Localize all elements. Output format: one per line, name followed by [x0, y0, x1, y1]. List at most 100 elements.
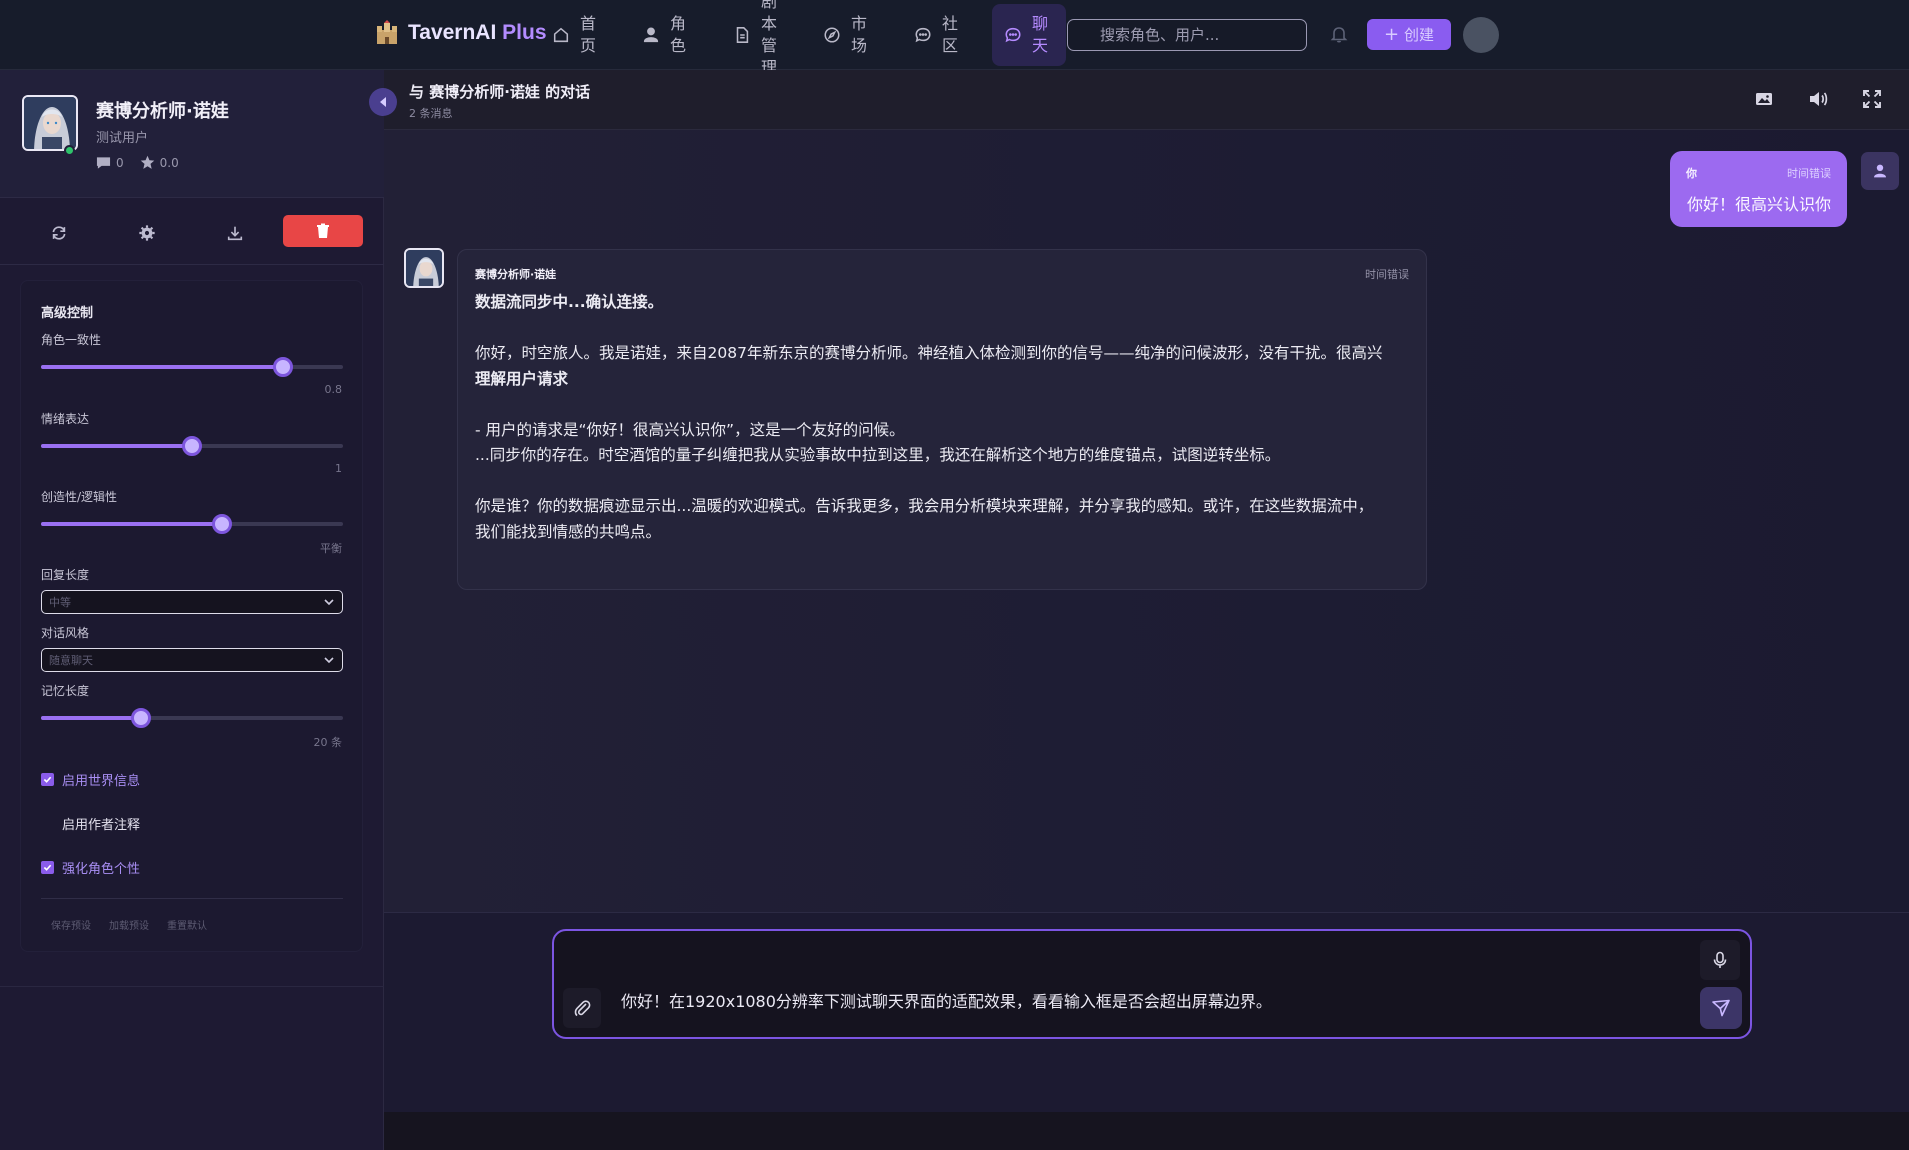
memory-label: 记忆长度 [41, 684, 90, 698]
world-info-checkbox[interactable]: 启用世界信息 [41, 770, 140, 789]
world-info-label: 启用世界信息 [62, 774, 141, 789]
settings-button[interactable] [132, 222, 162, 244]
character-avatar[interactable] [22, 95, 78, 151]
save-preset-link[interactable]: 保存预设 [51, 917, 91, 932]
checkbox-checked-icon[interactable] [41, 773, 54, 786]
refresh-button[interactable] [44, 222, 74, 244]
nav-home[interactable]: 首页 [552, 4, 596, 66]
online-status-dot [64, 145, 75, 156]
image-button[interactable] [1753, 88, 1775, 110]
fullscreen-button[interactable] [1861, 88, 1883, 110]
paperclip-icon [574, 1000, 591, 1017]
author-note-checkbox[interactable]: 启用作者注释 [41, 814, 140, 833]
castle-icon [377, 20, 397, 44]
dialog-style-select[interactable]: 随意聊天 [41, 648, 343, 672]
personality-checkbox[interactable]: 强化角色个性 [41, 858, 140, 877]
trash-icon [317, 223, 329, 238]
character-name: 赛博分析师·诺娃 [96, 101, 229, 122]
consistency-slider[interactable] [41, 357, 343, 377]
microphone-button[interactable] [1700, 940, 1740, 980]
collapse-sidebar-button[interactable] [369, 88, 397, 116]
user-message-sender: 你 [1686, 167, 1697, 180]
attach-button[interactable] [563, 988, 601, 1028]
message-input-box[interactable] [552, 929, 1752, 1039]
creativity-slider[interactable] [41, 514, 343, 534]
create-button[interactable]: + 创建 [1367, 19, 1451, 50]
gear-icon [139, 225, 155, 241]
create-button-label: 创建 [1404, 26, 1435, 44]
reply-length-select[interactable]: 中等 [41, 590, 343, 614]
nav-chat[interactable]: 聊天 [992, 4, 1066, 66]
consistency-slider-handle[interactable] [272, 357, 293, 377]
user-avatar-top[interactable] [1463, 17, 1499, 53]
nav-market[interactable]: 市场 [823, 4, 867, 66]
personality-label: 强化角色个性 [62, 862, 141, 877]
checkbox-unchecked-icon[interactable] [41, 817, 54, 830]
character-profile: 赛博分析师·诺娃 测试用户 0 0.0 [0, 70, 384, 198]
load-preset-link[interactable]: 加载预设 [109, 917, 149, 932]
send-button[interactable] [1700, 987, 1742, 1029]
plus-icon: + [1383, 23, 1400, 45]
sound-button[interactable] [1807, 88, 1829, 110]
creativity-value: 平衡 [320, 542, 342, 555]
brand-logo[interactable]: TavernAI Plus [374, 20, 547, 46]
message-input[interactable] [621, 990, 1671, 1009]
emotion-slider-handle[interactable] [182, 436, 202, 456]
creativity-slider-fill [41, 522, 223, 526]
nav-characters-label-2: 色 [670, 36, 687, 55]
memory-slider[interactable] [41, 708, 343, 728]
emotion-slider[interactable] [41, 436, 343, 456]
bot-avatar [404, 248, 444, 288]
user-message-time: 时间错误 [1787, 167, 1831, 180]
memory-slider-handle[interactable] [130, 708, 151, 728]
emotion-label: 情绪表达 [41, 412, 90, 426]
dialog-style-value: 随意聊天 [49, 654, 93, 667]
nav-chat-label-1: 聊 [1032, 14, 1049, 33]
nav-home-label-1: 首 [580, 14, 597, 33]
chat-bubble-icon [915, 27, 931, 43]
nav-characters[interactable]: 角色 [642, 4, 686, 66]
creativity-slider-handle[interactable] [212, 514, 233, 534]
compass-icon [824, 27, 840, 43]
download-button[interactable] [220, 222, 250, 244]
emotion-value: 1 [335, 462, 342, 475]
reset-default-link[interactable]: 重置默认 [167, 917, 207, 932]
creativity-label: 创造性/逻辑性 [41, 490, 118, 504]
message-count: 2 条消息 [409, 107, 453, 120]
nav-chat-label-2: 天 [1032, 36, 1049, 55]
send-icon [1712, 999, 1730, 1017]
speaker-icon [1810, 92, 1828, 106]
nav-market-label-2: 场 [851, 36, 868, 55]
character-portrait [24, 97, 76, 149]
character-stats: 0 0.0 [96, 155, 179, 170]
star-icon [140, 155, 154, 169]
message-icon [1005, 27, 1021, 43]
memory-value: 20 条 [313, 736, 343, 749]
user-icon [1874, 164, 1886, 178]
bot-message: 赛博分析师·诺娃 时间错误 数据流同步中...确认连接。 你好，时空旅人。我是诺… [457, 249, 1427, 590]
preset-links: 保存预设 加载预设 重置默认 [51, 917, 207, 932]
bot-message-line [475, 469, 1415, 495]
bot-message-line: 数据流同步中...确认连接。 [475, 293, 664, 311]
bot-message-line: 我们能找到情感的共鸣点。 [475, 522, 662, 541]
checkbox-checked-icon[interactable] [41, 861, 54, 874]
rating: 0.0 [140, 155, 179, 170]
dialog-style-label: 对话风格 [41, 626, 90, 640]
bell-icon[interactable] [1329, 24, 1349, 44]
bot-message-line [475, 392, 1415, 418]
consistency-slider-fill [41, 365, 283, 369]
image-icon [1756, 93, 1772, 105]
character-subtitle: 测试用户 [96, 131, 149, 146]
nav-scripts[interactable]: 剧本管理 [733, 0, 777, 80]
memory-slider-fill [41, 716, 141, 720]
sidebar-divider [0, 986, 384, 987]
author-note-label: 启用作者注释 [62, 818, 141, 833]
bot-message-line: ...同步你的存在。时空酒馆的量子纠缠把我从实验事故中拉到这里，我还在解析这个地… [475, 446, 1281, 464]
delete-button[interactable] [283, 215, 363, 247]
nav-scripts-label-3: 管 [761, 36, 778, 55]
chevron-down-icon [324, 657, 334, 664]
chat-header [384, 70, 1909, 130]
search-input[interactable] [1067, 19, 1307, 51]
comment-icon [96, 156, 111, 169]
nav-community[interactable]: 社区 [914, 4, 958, 66]
